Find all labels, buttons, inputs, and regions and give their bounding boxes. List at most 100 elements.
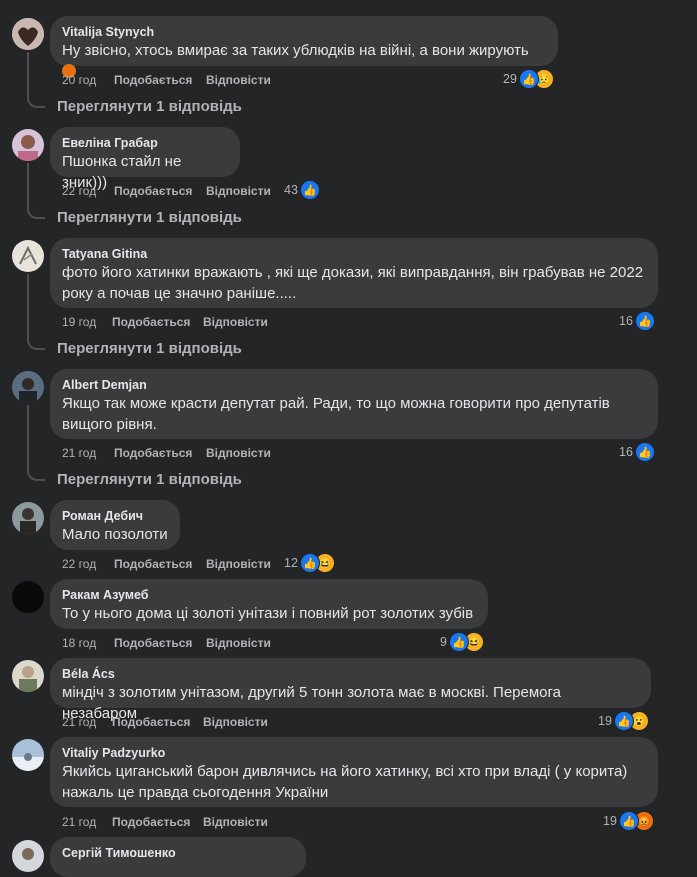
comment-bubble: Vitalija Stynych Ну звісно, хтось вмирає… <box>50 16 558 78</box>
avatar[interactable] <box>12 129 44 161</box>
comment-author[interactable]: Tatyana Gitina <box>62 246 646 262</box>
comment-meta: 22 год Подобається Відповісти <box>62 556 271 572</box>
avatar[interactable] <box>12 840 44 872</box>
view-replies-link[interactable]: Переглянути 1 відповідь <box>57 208 242 228</box>
reactions-summary[interactable]: 16 👍 <box>619 442 655 462</box>
avatar[interactable] <box>12 739 44 771</box>
thread-line <box>27 163 29 209</box>
comment-author[interactable]: Роман Дебич <box>62 508 168 524</box>
reply-button[interactable]: Відповісти <box>203 814 268 830</box>
comment-text: То у нього дома ці золоті унітази і повн… <box>62 605 474 622</box>
reaction-count: 43 <box>284 183 298 197</box>
like-reaction-icon: 👍 <box>634 442 655 462</box>
view-replies-link[interactable]: Переглянути 1 відповідь <box>57 470 242 490</box>
comment-text-line: нажаль це правда сьогодення України <box>62 784 329 801</box>
comment-author[interactable]: Сергій Тимошенко <box>62 845 294 861</box>
reactions-summary[interactable]: 9 👍 😆 <box>440 632 484 652</box>
like-reaction-icon: 👍 <box>299 553 320 573</box>
reply-button[interactable]: Відповісти <box>206 445 271 461</box>
comment-time[interactable]: 19 год <box>62 314 112 330</box>
comment-meta: 19 год Подобається Відповісти <box>62 314 268 330</box>
like-button[interactable]: Подобається <box>114 72 206 88</box>
reply-button[interactable]: Відповісти <box>206 183 271 199</box>
thread-curve <box>27 96 45 108</box>
like-button[interactable]: Подобається <box>112 714 203 730</box>
comment-bubble: Роман Дебич Мало позолоти <box>50 500 180 550</box>
avatar[interactable] <box>12 371 44 403</box>
comment-text-line: Якщо так може красти депутат рай. Ради, … <box>62 395 610 412</box>
comment-author[interactable]: Béla Ács <box>62 666 639 682</box>
reactions-summary[interactable]: 19 👍 😮 <box>598 711 649 731</box>
reactions-summary[interactable]: 29 👍 😥 <box>503 69 554 89</box>
like-reaction-icon: 👍 <box>618 811 639 831</box>
comment-text-line: фото його хатинки вражають , які ще дока… <box>62 264 644 281</box>
like-reaction-icon: 👍 <box>518 69 539 89</box>
comment-bubble: Vitaliy Padzyurko Якийсь циганський баро… <box>50 737 658 807</box>
reaction-count: 29 <box>503 72 517 86</box>
view-replies-link[interactable]: Переглянути 1 відповідь <box>57 339 242 359</box>
reaction-count: 19 <box>598 714 612 728</box>
reactions-summary[interactable]: 12 👍 😆 <box>284 553 335 573</box>
like-reaction-icon: 👍 <box>299 180 320 200</box>
comment-time[interactable]: 20 год <box>62 72 114 88</box>
comment-author[interactable]: Albert Demjan <box>62 377 646 393</box>
comment-meta: 18 год Подобається Відповісти <box>62 635 271 651</box>
avatar[interactable] <box>12 581 44 613</box>
like-reaction-icon: 👍 <box>613 711 634 731</box>
comment-meta: 20 год Подобається Відповісти <box>62 72 271 88</box>
reaction-count: 16 <box>619 314 633 328</box>
thread-line <box>27 405 29 471</box>
comment-bubble: Сергій Тимошенко <box>50 837 306 877</box>
reply-button[interactable]: Відповісти <box>206 635 271 651</box>
like-button[interactable]: Подобається <box>114 556 206 572</box>
avatar[interactable] <box>12 18 44 50</box>
reactions-summary[interactable]: 43 👍 <box>284 180 320 200</box>
comment-time[interactable]: 21 год <box>62 714 112 730</box>
reactions-summary[interactable]: 19 👍 😡 <box>603 811 654 831</box>
comment-author[interactable]: Ракам Азумеб <box>62 587 476 603</box>
view-replies-link[interactable]: Переглянути 1 відповідь <box>57 97 242 117</box>
thread-line <box>27 52 29 98</box>
comment-author[interactable]: Евеліна Грабар <box>62 135 228 151</box>
reaction-count: 9 <box>440 635 447 649</box>
comment-time[interactable]: 18 год <box>62 635 114 651</box>
comment-bubble: Ракам Азумеб То у нього дома ці золоті у… <box>50 579 488 629</box>
like-button[interactable]: Подобається <box>114 635 206 651</box>
comment-bubble: Albert Demjan Якщо так може красти депут… <box>50 369 658 439</box>
avatar[interactable] <box>12 240 44 272</box>
thread-curve <box>27 469 45 481</box>
comment-time[interactable]: 22 год <box>62 556 114 572</box>
thread-curve <box>27 207 45 219</box>
comment-meta: 21 год Подобається Відповісти <box>62 814 268 830</box>
thread-curve <box>27 338 45 350</box>
avatar[interactable] <box>12 660 44 692</box>
reply-button[interactable]: Відповісти <box>206 72 271 88</box>
comment-meta: 21 год Подобається Відповісти <box>62 714 268 730</box>
reply-button[interactable]: Відповісти <box>203 714 268 730</box>
thread-line <box>27 274 29 340</box>
avatar[interactable] <box>12 502 44 534</box>
comment-text-line: вищого рівня. <box>62 416 157 433</box>
comment-bubble: Béla Ács міндіч з золотим унітазом, друг… <box>50 658 651 722</box>
comment-time[interactable]: 21 год <box>62 814 112 830</box>
comment-time[interactable]: 21 год <box>62 445 114 461</box>
comment-author[interactable]: Vitaliy Padzyurko <box>62 745 646 761</box>
comment-meta: 22 год Подобається Відповісти <box>62 183 271 199</box>
comment-text: Мало позолоти <box>62 526 168 543</box>
like-reaction-icon: 👍 <box>448 632 469 652</box>
comment-text-line: року а почав це значно раніше..... <box>62 285 297 302</box>
like-button[interactable]: Подобається <box>114 445 206 461</box>
comment-bubble: Tatyana Gitina фото його хатинки вражают… <box>50 238 658 308</box>
like-button[interactable]: Подобається <box>114 183 206 199</box>
comment-bubble: Евеліна Грабар Пшонка стайл не зник))) <box>50 127 240 191</box>
like-reaction-icon: 👍 <box>634 311 655 331</box>
comment-time[interactable]: 22 год <box>62 183 114 199</box>
comment-author[interactable]: Vitalija Stynych <box>62 24 546 40</box>
like-button[interactable]: Подобається <box>112 314 203 330</box>
reply-button[interactable]: Відповісти <box>206 556 271 572</box>
reaction-count: 16 <box>619 445 633 459</box>
reaction-count: 19 <box>603 814 617 828</box>
reply-button[interactable]: Відповісти <box>203 314 268 330</box>
reactions-summary[interactable]: 16 👍 <box>619 311 655 331</box>
like-button[interactable]: Подобається <box>112 814 203 830</box>
